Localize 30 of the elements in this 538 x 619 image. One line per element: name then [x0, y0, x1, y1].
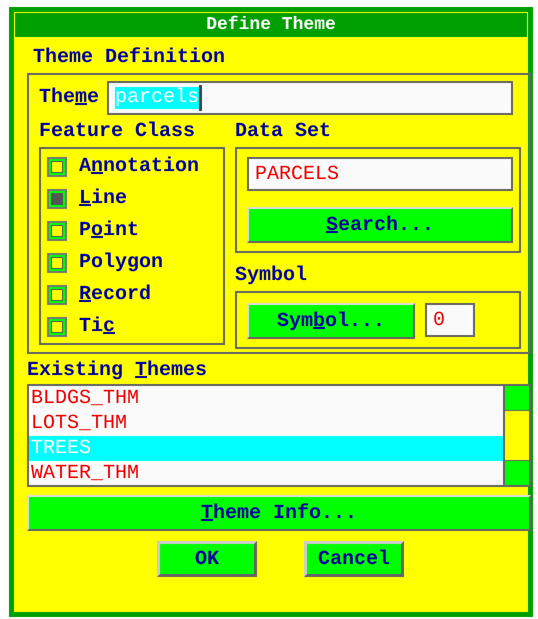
section-heading: Existing Themes [27, 360, 208, 382]
checkbox[interactable] [47, 221, 67, 241]
symbol-field[interactable]: 0 [425, 303, 475, 337]
checkbox-label[interactable]: Line [79, 188, 128, 210]
checkbox-label[interactable]: Polygon [79, 252, 164, 274]
search-button[interactable]: Search... [247, 207, 513, 243]
scrollbar[interactable] [503, 386, 529, 485]
list-item[interactable]: LOTS_THM [29, 411, 503, 436]
theme-info-button[interactable]: Theme Info... [27, 495, 531, 531]
checkbox-label[interactable]: Annotation [79, 156, 200, 178]
checkbox[interactable] [47, 317, 67, 337]
window-title: Define Theme [15, 13, 527, 37]
checkbox-label[interactable]: Tic [79, 316, 116, 338]
symbol-button[interactable]: Symbol... [247, 303, 415, 339]
cancel-button[interactable]: Cancel [304, 541, 404, 577]
section-heading: Theme Definition [33, 47, 226, 69]
checkbox[interactable] [47, 157, 67, 177]
field-label: Theme [39, 87, 100, 109]
checkbox[interactable] [47, 285, 67, 305]
list-item[interactable]: BLDGS_THM [29, 386, 503, 411]
ok-button[interactable]: OK [157, 541, 257, 577]
section-heading: Symbol [235, 265, 308, 287]
checkbox-label[interactable]: Record [79, 284, 152, 306]
section-heading: Feature Class [39, 121, 196, 143]
list-item[interactable]: WATER_THM [29, 461, 503, 486]
data-set-field[interactable]: PARCELS [247, 157, 513, 191]
checkbox-label[interactable]: Point [79, 220, 140, 242]
section-heading: Data Set [235, 121, 332, 143]
checkbox[interactable] [47, 189, 67, 209]
checkbox[interactable] [47, 253, 67, 273]
